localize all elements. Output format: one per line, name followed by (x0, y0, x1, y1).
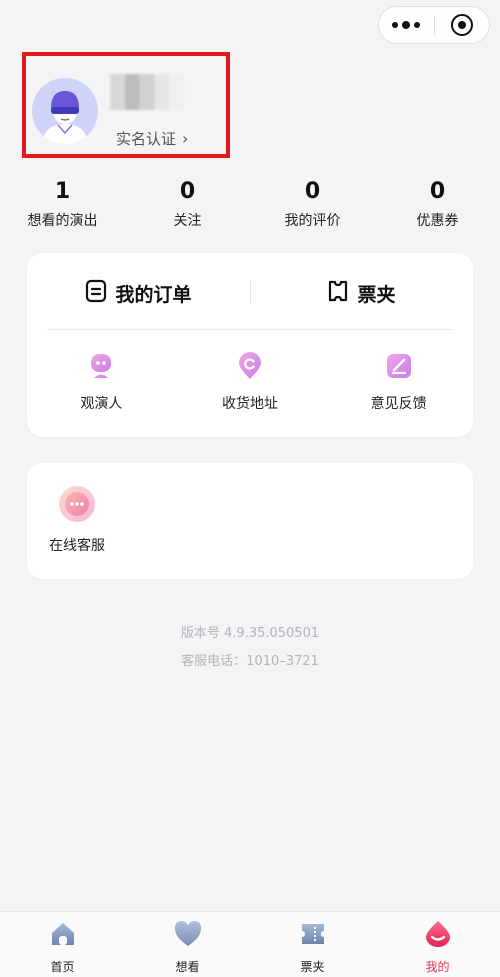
more-button[interactable] (379, 7, 434, 43)
stat-want-to-see[interactable]: 1 想看的演出 (0, 180, 125, 230)
stat-my-reviews[interactable]: 0 我的评价 (250, 180, 375, 230)
shortcut-feedback[interactable]: 意见反馈 (324, 351, 473, 413)
service-card: 在线客服 (27, 463, 473, 579)
stat-coupons[interactable]: 0 优惠券 (375, 180, 500, 230)
ellipsis-icon (392, 21, 421, 29)
tab-label: 票夹 (300, 960, 325, 974)
avatar[interactable] (32, 78, 98, 144)
viewer-icon (86, 351, 116, 381)
service-label: 在线客服 (49, 538, 105, 554)
stat-label: 想看的演出 (27, 213, 98, 229)
stat-label: 关注 (173, 213, 202, 229)
tab-label: 我的 (425, 960, 450, 974)
customer-service-icon (58, 485, 96, 527)
tab-want[interactable]: 想看 (125, 912, 250, 977)
hotline-text: 客服电话：1010–3721 (181, 654, 319, 669)
stat-value: 0 (179, 179, 196, 204)
shortcut-address[interactable]: 收货地址 (176, 351, 325, 413)
chevron-right-icon: › (182, 129, 189, 148)
version-text: 版本号 4.9.35.050501 (180, 626, 320, 641)
bottom-tab-bar: 首页 想看 票夹 我的 (0, 911, 500, 977)
orders-card: 我的订单 票夹 观演人 收货地址 意见反馈 (27, 253, 473, 437)
shortcut-label: 意见反馈 (370, 396, 427, 412)
shortcut-viewers[interactable]: 观演人 (27, 351, 176, 413)
target-icon (450, 14, 473, 36)
username-blurred (110, 74, 184, 110)
tab-mine[interactable]: 我的 (375, 912, 500, 977)
stat-value: 0 (429, 179, 446, 204)
profile-header[interactable]: 实名认证 › (22, 52, 230, 158)
orders-divider (250, 281, 251, 303)
real-name-verify-link[interactable]: 实名认证 › (116, 128, 188, 149)
my-orders-label: 我的订单 (115, 283, 192, 306)
ticket-folder-icon (327, 279, 349, 308)
stat-label: 我的评价 (284, 213, 341, 229)
app-info: 版本号 4.9.35.050501 客服电话：1010–3721 (0, 620, 500, 676)
shortcut-label: 观演人 (80, 396, 123, 412)
tab-home[interactable]: 首页 (0, 912, 125, 977)
stat-value: 1 (54, 179, 71, 204)
tab-tickets[interactable]: 票夹 (250, 912, 375, 977)
stats-row: 1 想看的演出 0 关注 0 我的评价 0 优惠券 (0, 180, 500, 230)
order-list-icon (85, 279, 107, 308)
stat-label: 优惠券 (416, 213, 459, 229)
tab-label: 首页 (50, 960, 75, 974)
heart-icon (173, 920, 203, 952)
stat-value: 0 (304, 179, 321, 204)
tab-label: 想看 (175, 960, 200, 974)
online-service-button[interactable]: 在线客服 (49, 485, 105, 555)
ticket-folder-label: 票夹 (357, 283, 396, 306)
profile-icon (423, 920, 453, 952)
ticket-icon (298, 920, 328, 952)
shortcut-label: 收货地址 (222, 396, 278, 412)
my-orders-button[interactable]: 我的订单 (27, 279, 250, 308)
home-icon (48, 920, 78, 952)
close-miniprogram-button[interactable] (435, 7, 490, 43)
verify-label: 实名认证 (116, 130, 177, 148)
location-icon (235, 351, 265, 381)
miniprogram-capsule (378, 6, 490, 44)
feedback-icon (384, 351, 414, 381)
stat-following[interactable]: 0 关注 (125, 180, 250, 230)
card-divider (47, 329, 453, 330)
ticket-folder-button[interactable]: 票夹 (250, 279, 473, 308)
